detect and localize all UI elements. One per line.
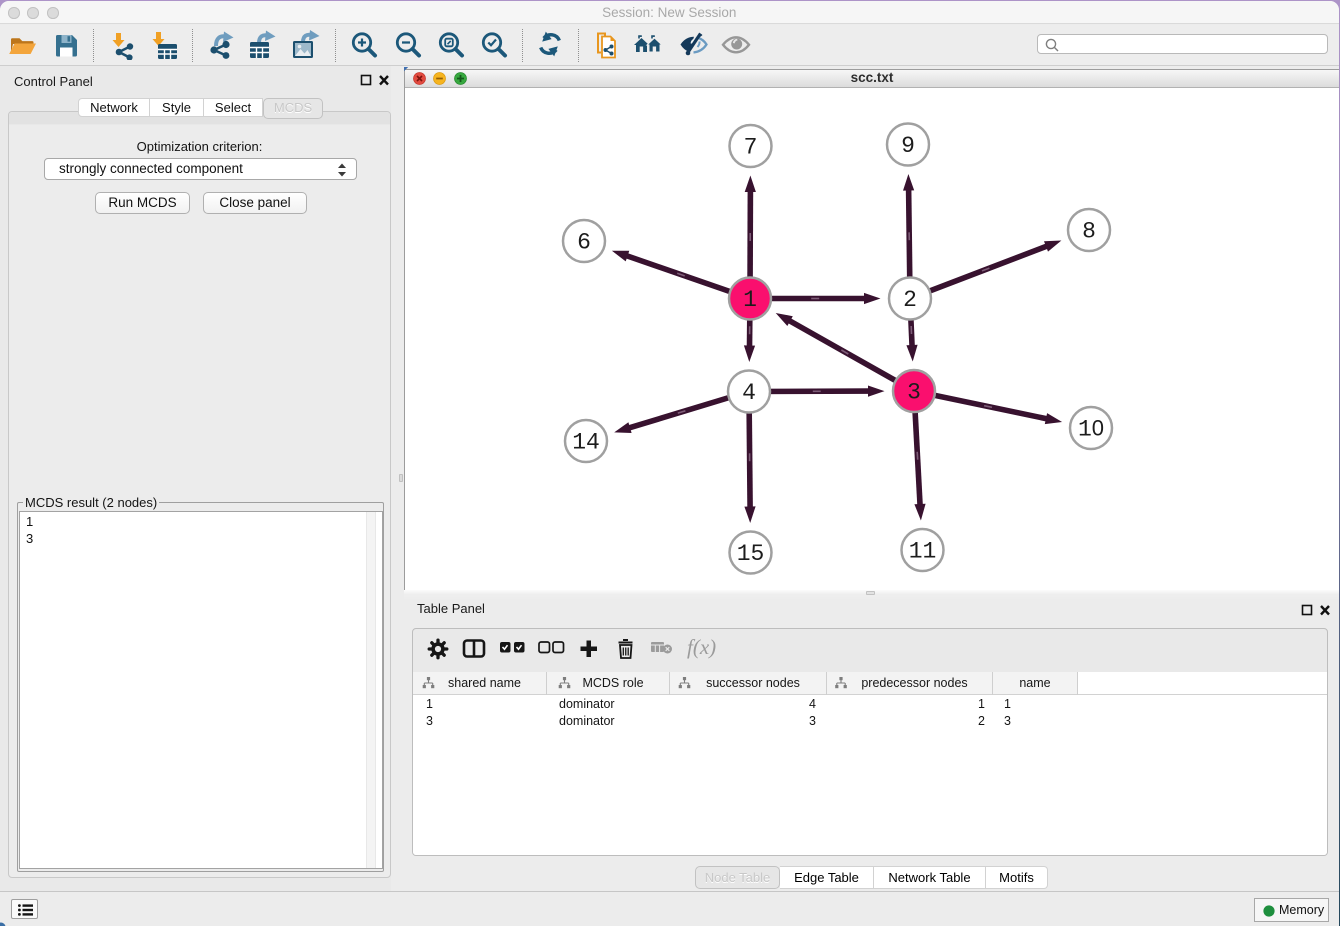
svg-text:6: 6 [577, 230, 591, 256]
svg-text:10: 10 [1078, 416, 1104, 443]
svg-text:4: 4 [742, 380, 756, 406]
svg-text:15: 15 [737, 541, 765, 567]
svg-text:2: 2 [903, 287, 917, 313]
svg-text:8: 8 [1082, 219, 1096, 245]
svg-text:7: 7 [744, 135, 758, 161]
svg-text:9: 9 [901, 133, 915, 159]
svg-text:11: 11 [909, 539, 937, 565]
svg-text:1: 1 [743, 287, 757, 313]
svg-text:14: 14 [572, 430, 600, 456]
svg-text:3: 3 [907, 380, 921, 406]
